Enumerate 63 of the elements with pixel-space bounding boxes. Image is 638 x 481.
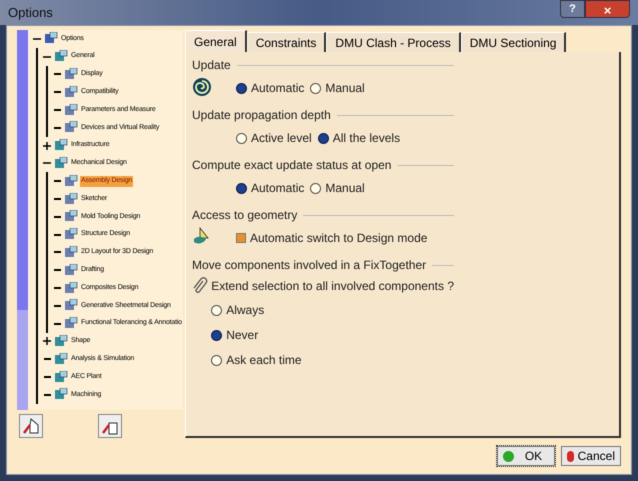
tree-item-icon: [64, 174, 78, 188]
checkbox[interactable]: [236, 233, 246, 243]
question-text: Extend selection to all involved components ?: [211, 278, 454, 295]
option-label: Never: [226, 327, 258, 344]
cancel-button[interactable]: Cancel: [561, 446, 621, 466]
group-title: Access to geometry: [192, 207, 298, 224]
radio-button[interactable]: [310, 82, 322, 94]
tree-item-icon: [64, 104, 78, 117]
spiral-icon: [192, 77, 212, 97]
option-label: Automatic: [251, 80, 304, 97]
tree-item-icon: [64, 282, 78, 295]
tree-item-icon: [54, 50, 68, 64]
home-tool-button[interactable]: [19, 414, 43, 438]
document-tool-button[interactable]: [98, 414, 122, 438]
house-icon: [22, 417, 40, 435]
tree-item-icon: [64, 246, 78, 259]
tree-item-icon: [64, 68, 78, 81]
group-title: Compute exact update status at open: [192, 157, 392, 174]
tree-item-icon: [64, 299, 78, 312]
tree-item-icon: [64, 317, 78, 330]
option-label: Manual: [325, 80, 365, 97]
scrollbar[interactable]: [17, 30, 28, 410]
tree-item-icon: [64, 264, 78, 277]
radio-button[interactable]: [236, 182, 247, 194]
tree-item-icon: [64, 192, 78, 206]
radio-button[interactable]: [310, 182, 322, 194]
tree-item-icon: [64, 86, 78, 99]
option-label: All the levels: [332, 130, 400, 147]
option-label: Manual: [325, 180, 365, 197]
group-title: Move components involved in a FixTogether: [192, 257, 426, 274]
radio-button[interactable]: [236, 82, 247, 94]
tab[interactable]: DMU Sectioning: [460, 32, 566, 52]
tree-item-icon: [54, 139, 68, 152]
option-label: Automatic switch to Design mode: [250, 230, 428, 247]
radio-button[interactable]: [318, 132, 329, 144]
window-title: Options: [8, 4, 53, 22]
tree-item-icon: [64, 121, 78, 134]
tree-item-icon: [64, 228, 78, 242]
option-label: Automatic: [251, 180, 304, 197]
group-title: Update propagation depth: [192, 107, 331, 124]
radio-button[interactable]: [211, 354, 222, 366]
tree-item-icon: [54, 388, 68, 402]
tree-item-icon: [54, 370, 68, 384]
tab[interactable]: DMU Clash - Process: [326, 32, 461, 52]
tree-item-icon: [54, 352, 68, 366]
tree-item-icon: [54, 156, 68, 170]
tree-item-icon: [44, 32, 58, 46]
tab[interactable]: General: [185, 30, 247, 52]
close-button[interactable]: ×: [585, 0, 630, 18]
radio-button[interactable]: [211, 330, 222, 340]
tree-item-icon: [54, 334, 68, 348]
group-title: Update: [192, 57, 231, 74]
option-label: Ask each time: [226, 352, 302, 369]
radio-button[interactable]: [211, 304, 222, 316]
ok-button[interactable]: OK: [497, 446, 555, 466]
tree-item-icon: [64, 210, 78, 224]
radio-button[interactable]: [236, 132, 247, 144]
expand-icon[interactable]: [43, 142, 51, 150]
option-label: Active level: [251, 130, 312, 147]
tab[interactable]: Constraints: [246, 32, 326, 52]
help-button[interactable]: ?: [560, 0, 585, 18]
option-label: Always: [226, 302, 264, 319]
expand-icon[interactable]: [43, 337, 51, 346]
